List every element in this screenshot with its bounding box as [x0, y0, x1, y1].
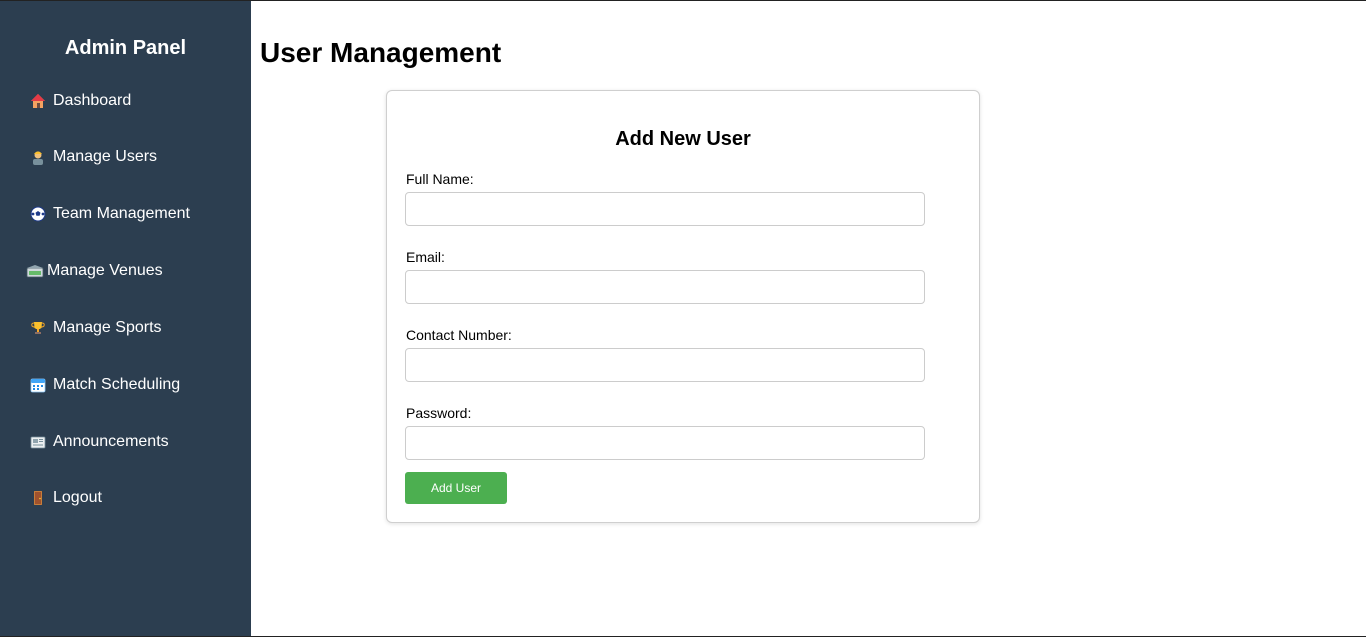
sidebar-item-label: Manage Users [53, 148, 158, 165]
calendar-icon [28, 376, 47, 395]
sidebar-item-label: Manage Sports [53, 319, 162, 336]
sidebar-item-manage-venues[interactable]: Manage Venues [25, 259, 163, 283]
email-input[interactable] [405, 270, 925, 304]
sidebar-item-match-scheduling[interactable]: Match Scheduling [28, 373, 180, 397]
soccer-ball-icon [28, 205, 47, 224]
form-title: Add New User [615, 128, 751, 150]
add-user-form-card: Add New User Full Name: Email: Contact N… [386, 90, 980, 523]
app-window: Admin Panel Dashboard Manage Users Team … [0, 0, 1366, 637]
sidebar-item-label: Team Management [53, 205, 190, 222]
sidebar-item-label: Manage Venues [47, 262, 163, 279]
sidebar-item-label: Dashboard [53, 92, 132, 109]
sidebar-item-label: Announcements [53, 433, 169, 450]
newspaper-icon [28, 433, 47, 452]
trophy-icon [28, 319, 47, 338]
full-name-label: Full Name: [406, 171, 474, 187]
contact-number-label: Contact Number: [406, 327, 512, 343]
house-icon [28, 92, 47, 111]
sidebar-item-logout[interactable]: Logout [28, 486, 102, 510]
sidebar-item-label: Match Scheduling [53, 376, 181, 393]
sidebar-item-dashboard[interactable]: Dashboard [28, 89, 131, 113]
email-label: Email: [406, 249, 445, 265]
sidebar-item-announcements[interactable]: Announcements [28, 430, 169, 454]
sidebar-item-manage-users[interactable]: Manage Users [28, 145, 157, 169]
stadium-icon [25, 262, 44, 281]
add-user-button[interactable]: Add User [405, 472, 507, 504]
password-label: Password: [406, 405, 472, 421]
sidebar-item-team-management[interactable]: Team Management [28, 202, 190, 226]
contact-number-input[interactable] [405, 348, 925, 382]
user-worker-icon [28, 148, 47, 167]
door-icon [28, 489, 47, 508]
sidebar-item-label: Logout [53, 489, 102, 506]
password-input[interactable] [405, 426, 925, 460]
full-name-input[interactable] [405, 192, 925, 226]
sidebar-item-manage-sports[interactable]: Manage Sports [28, 316, 162, 340]
page-title: User Management [260, 37, 502, 68]
sidebar-title: Admin Panel [64, 37, 187, 59]
sidebar: Admin Panel Dashboard Manage Users Team … [0, 1, 251, 636]
